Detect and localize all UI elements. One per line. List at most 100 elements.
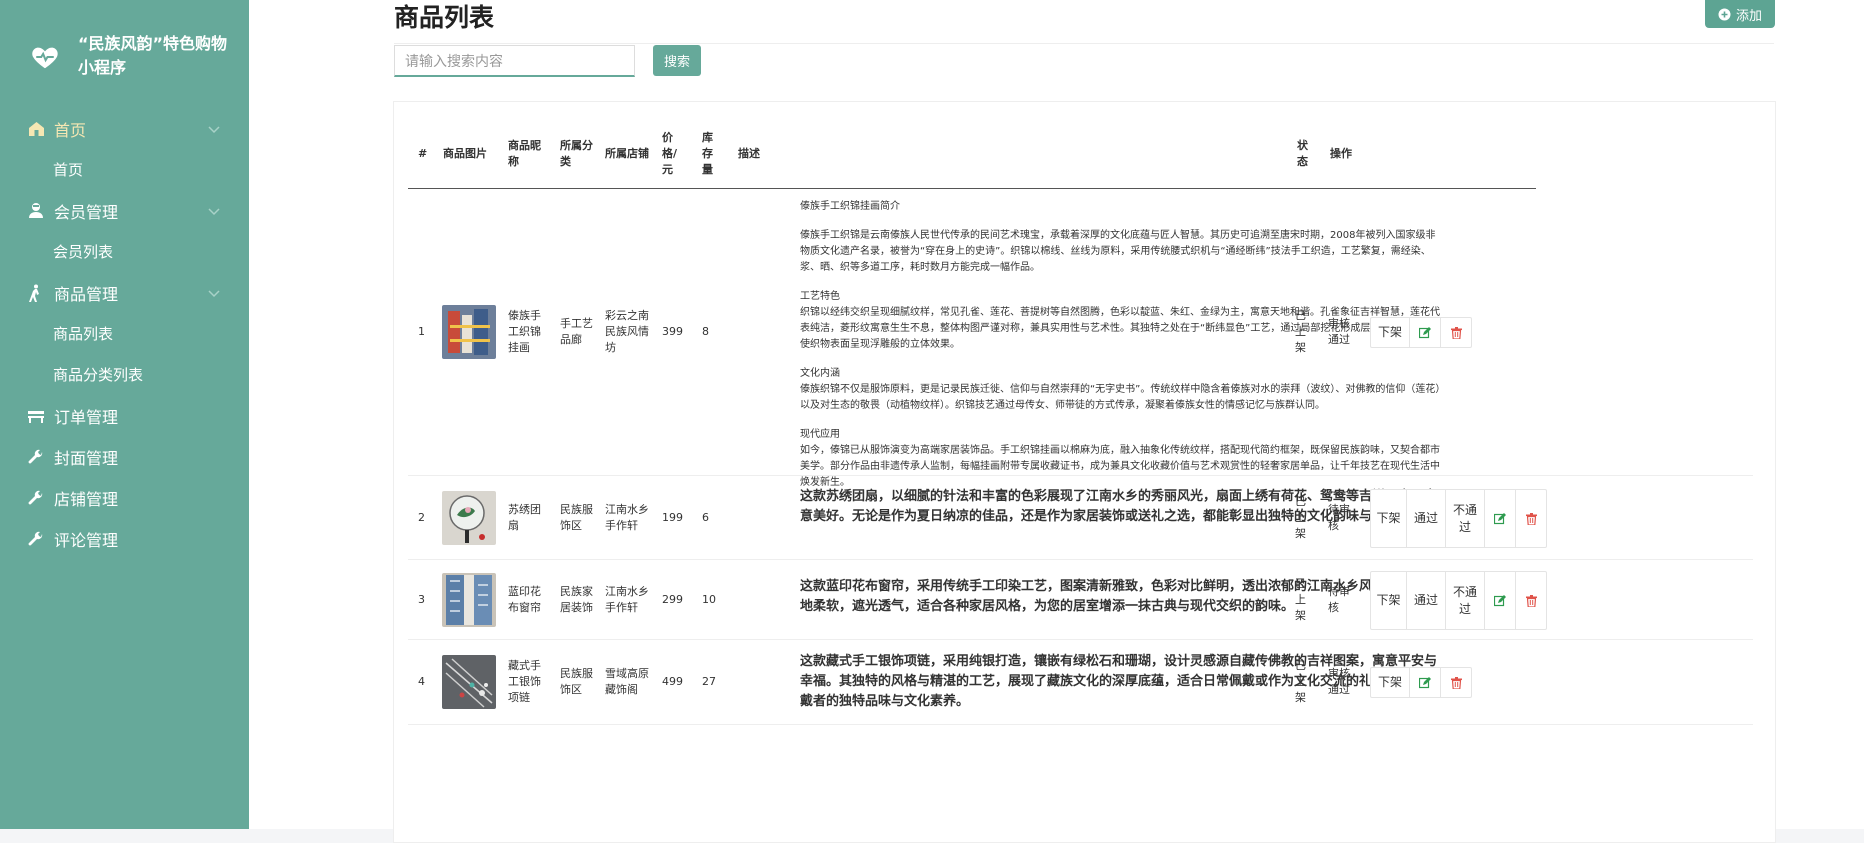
status-badge: 已上架 (1295, 576, 1306, 622)
unlist-button[interactable]: 下架 (1371, 318, 1410, 347)
menu-members[interactable]: 会员管理 (0, 190, 249, 231)
product-thumbnail (442, 572, 496, 627)
th-category: 所属分类 (560, 138, 593, 168)
product-image (442, 560, 496, 639)
row-actions: 下架 (1370, 667, 1472, 698)
menu-label: 首页 (54, 120, 87, 140)
product-image (442, 476, 496, 559)
delete-button[interactable] (1441, 318, 1471, 347)
table-header: # 商品图片 商品昵称 所属分类 所属店铺 价格/元 库存量 描述 状态 操作 (408, 119, 1536, 189)
menu-sub-category-list[interactable]: 商品分类列表 (0, 354, 249, 395)
delete-button[interactable] (1516, 490, 1546, 547)
menu-shops[interactable]: 店铺管理 (0, 477, 249, 518)
app-title: “民族风韵”特色购物小程序 (78, 34, 228, 77)
menu-label: 店铺管理 (54, 489, 119, 509)
unlist-button[interactable]: 下架 (1371, 490, 1407, 547)
row-index: 3 (418, 592, 425, 606)
menu-comments[interactable]: 评论管理 (0, 518, 249, 559)
add-label: 添加 (1735, 8, 1762, 24)
product-stock: 6 (702, 510, 709, 524)
edit-button[interactable] (1485, 490, 1516, 547)
plus-circle-icon (1718, 8, 1731, 20)
product-table-card: # 商品图片 商品昵称 所属分类 所属店铺 价格/元 库存量 描述 状态 操作 … (393, 101, 1776, 843)
product-stock: 10 (702, 592, 716, 606)
status-badge: 已上架 (1295, 309, 1306, 354)
edit-icon (1419, 676, 1431, 688)
row-index: 4 (418, 675, 425, 688)
user-icon (26, 201, 46, 221)
edit-button[interactable] (1410, 668, 1441, 697)
row-index: 1 (418, 325, 425, 338)
product-name: 蓝印花布窗帘 (508, 584, 541, 614)
th-status: 状态 (1297, 138, 1308, 168)
product-name: 傣族手工织锦挂画 (508, 309, 541, 354)
edit-icon (1494, 512, 1506, 524)
product-name: 藏式手工银饰项链 (508, 659, 541, 704)
header-divider (394, 43, 1774, 44)
menu-group-members: 会员管理 会员列表 (0, 190, 249, 272)
table-row: 2 苏绣团扇 民族服饰区 江南水乡手作轩 199 6 这款苏绣团扇，以细腻的针法… (408, 476, 1753, 560)
review-status: 审核通过 (1328, 317, 1350, 346)
product-category: 民族服饰区 (560, 502, 593, 532)
th-image: 商品图片 (443, 146, 487, 160)
edit-button[interactable] (1410, 318, 1441, 347)
menu-products[interactable]: 商品管理 (0, 272, 249, 313)
desc-heading: 现代应用 (800, 429, 840, 440)
product-stock: 8 (702, 325, 709, 338)
edit-icon (1494, 594, 1506, 606)
th-stock: 库存量 (702, 130, 713, 176)
th-name: 商品昵称 (508, 138, 541, 168)
review-status: 审核通过 (1328, 667, 1350, 696)
desc-heading: 工艺特色 (800, 291, 840, 302)
approve-button[interactable]: 通过 (1407, 572, 1446, 629)
reject-button[interactable]: 不通过 (1446, 572, 1485, 629)
bench-icon (26, 406, 46, 426)
product-price: 199 (662, 510, 683, 524)
row-actions: 下架 通过 不通过 (1370, 489, 1547, 548)
home-icon (26, 119, 46, 139)
unlist-button[interactable]: 下架 (1371, 572, 1407, 629)
approve-button[interactable]: 通过 (1407, 490, 1446, 547)
menu-label: 订单管理 (54, 407, 119, 427)
chevron-down-icon (208, 125, 220, 133)
delete-button[interactable] (1516, 572, 1546, 629)
add-button[interactable]: 添加 (1705, 0, 1775, 28)
chevron-down-icon (208, 207, 220, 215)
product-category: 民族服饰区 (560, 667, 593, 696)
product-image (442, 640, 496, 724)
table-row: 1 傣族手工织锦挂画 手工艺品廊 彩云之南民族风情坊 399 8 傣族手工织锦挂… (408, 189, 1753, 488)
brand: “民族风韵”特色购物小程序 (0, 0, 249, 80)
unlist-button[interactable]: 下架 (1371, 668, 1410, 697)
heart-pulse-icon (32, 47, 58, 69)
delete-button[interactable] (1441, 668, 1471, 697)
product-category: 民族家居装饰 (560, 584, 593, 614)
trash-icon (1450, 326, 1462, 339)
menu-covers[interactable]: 封面管理 (0, 436, 249, 477)
page-title: 商品列表 (394, 3, 495, 32)
menu-sub-product-list[interactable]: 商品列表 (0, 313, 249, 354)
menu-home[interactable]: 首页 (0, 108, 249, 149)
reject-button[interactable]: 不通过 (1446, 490, 1485, 547)
row-actions: 下架 (1370, 317, 1472, 348)
th-price: 价格/元 (662, 130, 678, 176)
edit-button[interactable] (1485, 572, 1516, 629)
product-price: 299 (662, 592, 683, 606)
wrench-icon (26, 488, 46, 508)
menu-label: 封面管理 (54, 448, 119, 468)
menu-orders[interactable]: 订单管理 (0, 395, 249, 436)
product-thumbnail (442, 655, 496, 709)
product-shop: 雪域高原藏饰阁 (605, 667, 649, 696)
status-badge: 已上架 (1295, 659, 1306, 704)
menu-group-products: 商品管理 商品列表 商品分类列表 (0, 272, 249, 395)
review-status: 待审核 (1328, 584, 1350, 614)
search-input[interactable]: 请输入搜索内容 (394, 45, 635, 77)
product-stock: 27 (702, 675, 716, 688)
menu-label: 商品管理 (54, 284, 119, 304)
row-index: 2 (418, 510, 425, 524)
product-thumbnail (442, 490, 496, 545)
search-button[interactable]: 搜索 (653, 45, 701, 76)
menu-sub-member-list[interactable]: 会员列表 (0, 231, 249, 272)
product-name: 苏绣团扇 (508, 502, 541, 532)
product-shop: 江南水乡手作轩 (605, 502, 649, 532)
menu-sub-home[interactable]: 首页 (0, 149, 249, 190)
